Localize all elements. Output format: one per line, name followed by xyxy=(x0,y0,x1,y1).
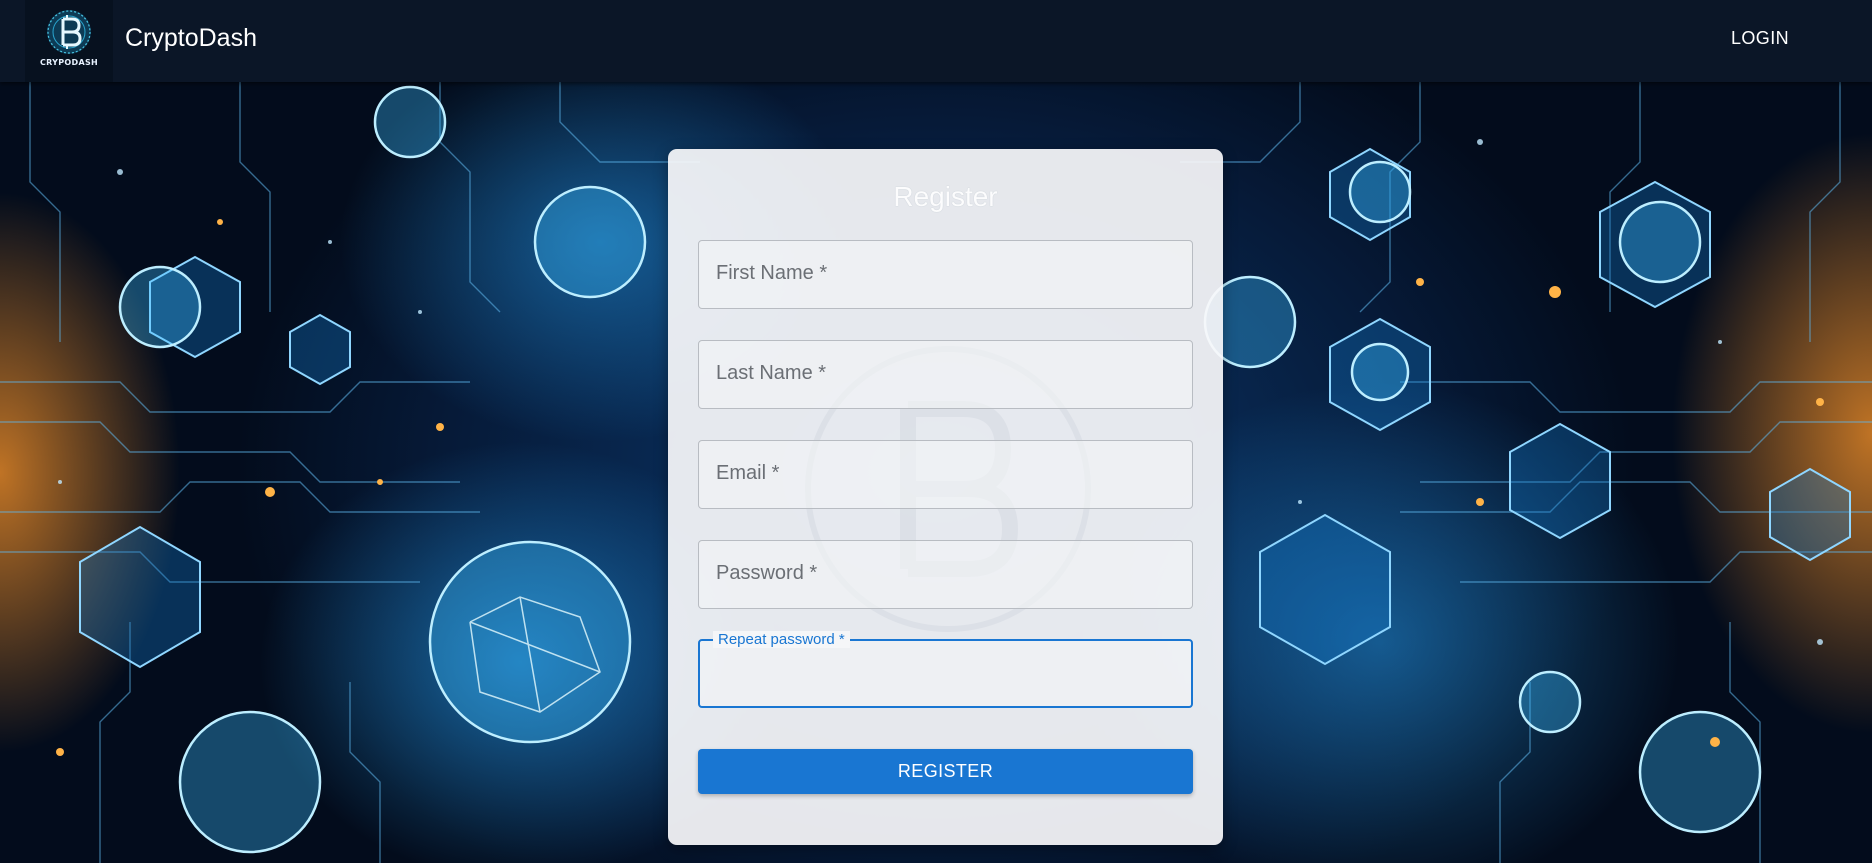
login-button[interactable]: LOGIN xyxy=(1712,20,1808,56)
cryptodash-logo-icon xyxy=(47,10,91,54)
form-title: Register xyxy=(893,181,998,212)
email-field[interactable]: Email * xyxy=(698,440,1193,509)
last-name-label: Last Name * xyxy=(716,362,827,384)
last-name-field[interactable]: Last Name * xyxy=(698,340,1193,409)
logo-wordmark: CRYPODASH xyxy=(39,58,99,67)
first-name-label: First Name * xyxy=(716,262,828,284)
logo[interactable]: CRYPODASH xyxy=(25,0,113,82)
email-label: Email * xyxy=(716,462,780,484)
password-field[interactable]: Password * xyxy=(698,540,1193,609)
app-bar: CRYPODASH CryptoDash LOGIN xyxy=(0,0,1872,82)
repeat-password-label: Repeat password * xyxy=(713,631,850,648)
register-card: Register First Name * Last Name * Email … xyxy=(668,149,1223,845)
first-name-field[interactable]: First Name * xyxy=(698,240,1193,309)
password-label: Password * xyxy=(716,562,818,584)
repeat-password-field[interactable]: Repeat password * xyxy=(698,631,1193,708)
register-button[interactable]: REGISTER xyxy=(698,749,1193,794)
brand-title[interactable]: CryptoDash xyxy=(125,24,257,53)
